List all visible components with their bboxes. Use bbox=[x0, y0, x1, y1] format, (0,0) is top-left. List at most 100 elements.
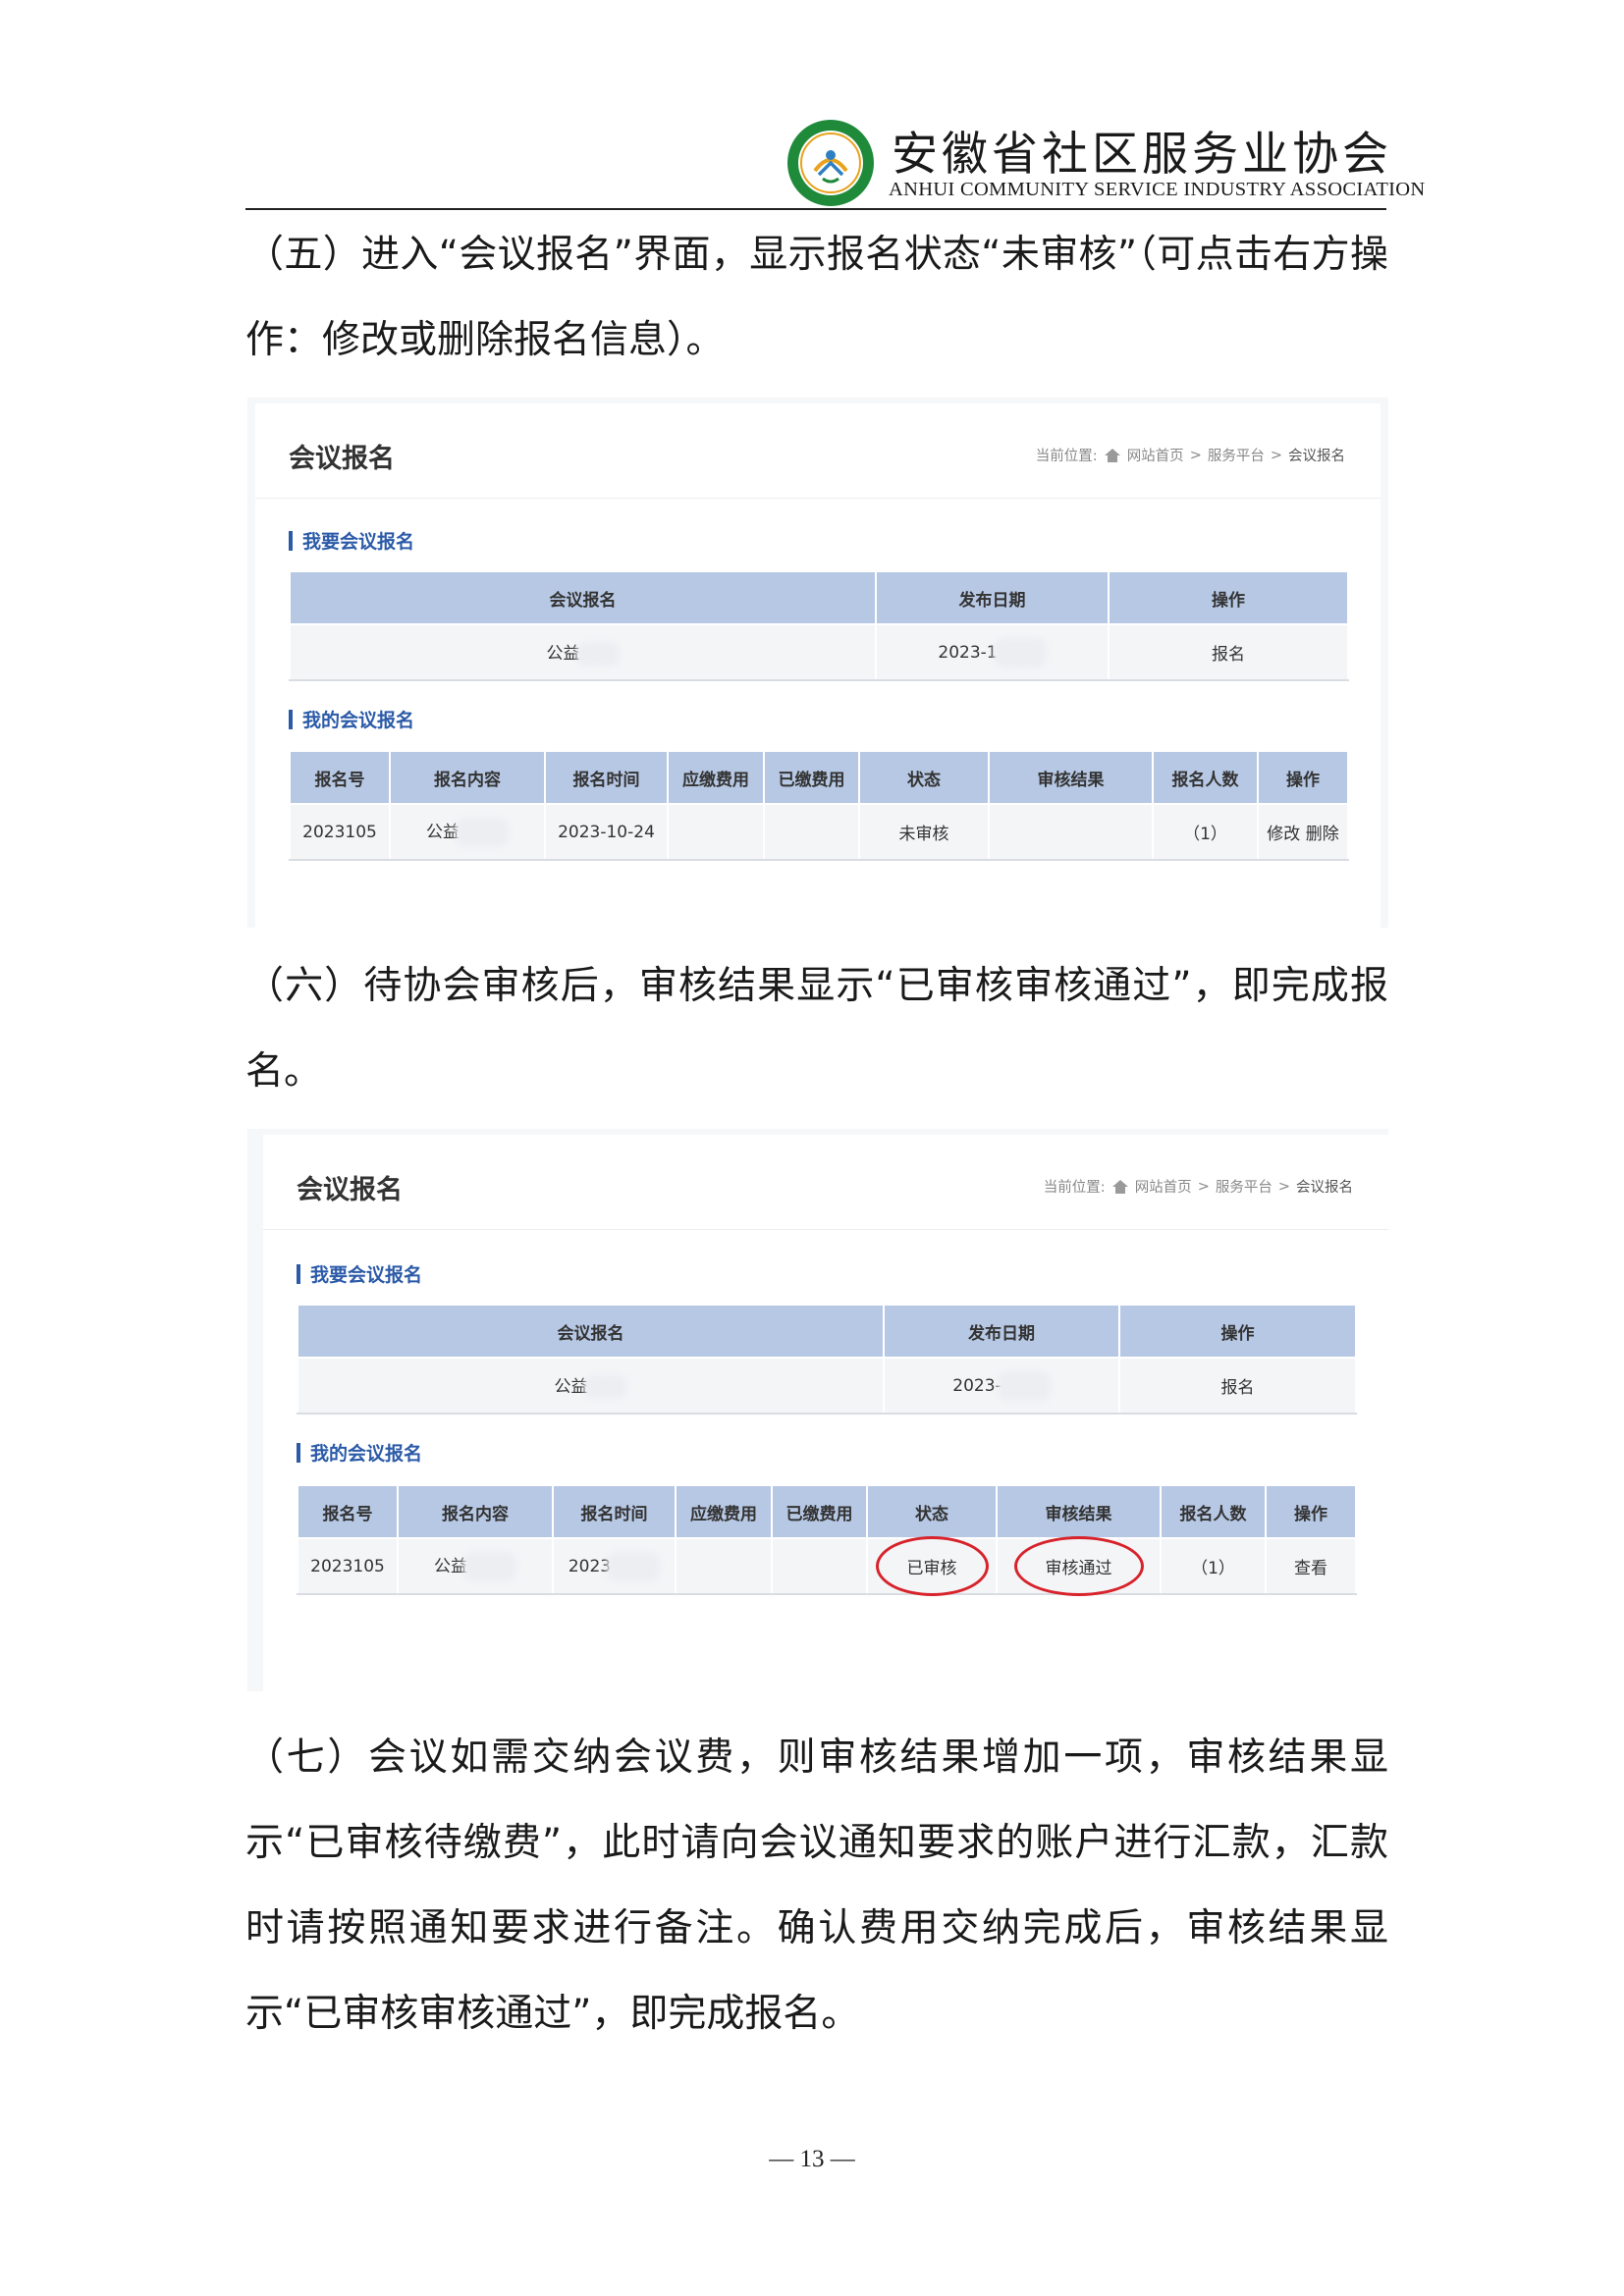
paragraph-step-7: （七）会议如需交纳会议费，则审核结果增加一项，审核结果显示“已审核待缴费”，此时… bbox=[245, 1735, 1388, 2036]
table-row: 2023105 公益 2023-10-24 未审核 （1） 修改 删除 bbox=[289, 803, 1349, 861]
redacted-block bbox=[607, 1551, 661, 1581]
meeting-list-table: 会议报名 发布日期 操作 公益 2023- 报名 bbox=[297, 1304, 1357, 1415]
registration-content-cell: 公益 bbox=[397, 1537, 554, 1595]
section-apply-label: 我要会议报名 bbox=[302, 531, 415, 553]
meeting-name-cell: 公益 bbox=[289, 623, 877, 681]
table-header-row: 报名号 报名内容 报名时间 应缴费用 已缴费用 状态 审核结果 报名人数 操作 bbox=[289, 750, 1349, 805]
column-header: 状态 bbox=[858, 750, 990, 805]
page-number: — 13 — bbox=[769, 2146, 855, 2172]
fee-paid bbox=[771, 1537, 868, 1595]
publish-date: 2023-1 bbox=[938, 642, 998, 663]
breadcrumb: 当前位置: 网站首页 > 服务平台 > 会议报名 bbox=[1036, 445, 1345, 465]
registration-time: 2023 bbox=[568, 1556, 612, 1576]
apply-link[interactable]: 报名 bbox=[1221, 1378, 1255, 1398]
column-header: 报名内容 bbox=[397, 1484, 554, 1539]
column-header: 报名时间 bbox=[544, 750, 669, 805]
registration-time: 2023-10-24 bbox=[544, 803, 669, 861]
letterhead: 安徽省社区服务业协会 ANHUI COMMUNITY SERVICE INDUS… bbox=[245, 116, 1425, 210]
redacted-block bbox=[583, 1375, 627, 1399]
column-header: 应缴费用 bbox=[667, 750, 765, 805]
redacted-block bbox=[997, 1370, 1051, 1401]
section-my-label: 我的会议报名 bbox=[310, 1443, 423, 1465]
org-name-cn: 安徽省社区服务业协会 bbox=[892, 128, 1392, 182]
breadcrumb-separator: > bbox=[1189, 447, 1202, 463]
delete-link[interactable]: 删除 bbox=[1306, 825, 1339, 844]
column-header: 状态 bbox=[866, 1484, 998, 1539]
section-apply: 我要会议报名 bbox=[297, 1260, 422, 1287]
column-header: 审核结果 bbox=[996, 1484, 1162, 1539]
home-icon bbox=[1111, 1179, 1128, 1194]
redacted-block bbox=[575, 642, 620, 666]
section-my-label: 我的会议报名 bbox=[302, 710, 415, 731]
column-header: 发布日期 bbox=[875, 570, 1110, 625]
column-header: 操作 bbox=[1108, 570, 1349, 625]
section-my: 我的会议报名 bbox=[289, 706, 414, 732]
breadcrumb-separator: > bbox=[1197, 1178, 1210, 1195]
breadcrumb: 当前位置: 网站首页 > 服务平台 > 会议报名 bbox=[1044, 1176, 1353, 1197]
column-header: 操作 bbox=[1257, 750, 1349, 805]
breadcrumb-home[interactable]: 网站首页 bbox=[1135, 1176, 1192, 1197]
apply-action-cell[interactable]: 报名 bbox=[1108, 623, 1349, 681]
status-cell: 已审核 bbox=[866, 1536, 998, 1596]
apply-action-cell[interactable]: 报名 bbox=[1118, 1357, 1357, 1415]
section-marker bbox=[297, 1442, 300, 1463]
page-title: 会议报名 bbox=[289, 444, 395, 474]
column-header: 报名时间 bbox=[552, 1484, 677, 1539]
table-header-row: 报名号 报名内容 报名时间 应缴费用 已缴费用 状态 审核结果 报名人数 操作 bbox=[297, 1484, 1357, 1539]
table-row: 公益 2023-1 报名 bbox=[289, 623, 1349, 681]
column-header: 已缴费用 bbox=[763, 750, 860, 805]
breadcrumb-label: 当前位置: bbox=[1035, 449, 1098, 464]
registration-content-cell: 公益 bbox=[389, 803, 546, 861]
column-header: 报名号 bbox=[289, 750, 391, 805]
table-row: 公益 2023- 报名 bbox=[297, 1357, 1357, 1415]
status-circled: 已审核 bbox=[875, 1536, 989, 1596]
registration-time-cell: 2023 bbox=[552, 1537, 677, 1595]
edit-link[interactable]: 修改 bbox=[1267, 825, 1300, 844]
status-cell: 未审核 bbox=[858, 803, 990, 861]
my-registrations-table: 报名号 报名内容 报名时间 应缴费用 已缴费用 状态 审核结果 报名人数 操作 … bbox=[289, 750, 1349, 861]
registration-panel: 会议报名 当前位置: 网站首页 > 服务平台 > 会议报名 我要会议报名 会议报… bbox=[255, 403, 1380, 928]
header-rule bbox=[245, 208, 1386, 210]
registration-id: 2023105 bbox=[297, 1537, 399, 1595]
section-marker bbox=[297, 1263, 300, 1284]
actions-cell: 修改 删除 bbox=[1257, 803, 1349, 861]
meeting-name: 公益 bbox=[546, 644, 580, 664]
title-divider bbox=[255, 498, 1380, 499]
breadcrumb-home[interactable]: 网站首页 bbox=[1127, 445, 1184, 465]
registration-panel: 会议报名 当前位置: 网站首页 > 服务平台 > 会议报名 我要会议报名 会议报… bbox=[263, 1135, 1388, 1691]
attendee-count: （1） bbox=[1160, 1537, 1267, 1595]
breadcrumb-platform[interactable]: 服务平台 bbox=[1208, 445, 1265, 465]
view-link[interactable]: 查看 bbox=[1294, 1559, 1327, 1578]
breadcrumb-platform[interactable]: 服务平台 bbox=[1216, 1176, 1272, 1197]
breadcrumb-separator: > bbox=[1277, 1178, 1290, 1195]
redacted-block bbox=[993, 637, 1047, 667]
table-header-row: 会议报名 发布日期 操作 bbox=[297, 1304, 1357, 1359]
section-apply-label: 我要会议报名 bbox=[310, 1264, 423, 1286]
column-header: 报名号 bbox=[297, 1484, 399, 1539]
title-divider bbox=[263, 1229, 1388, 1230]
page-title: 会议报名 bbox=[297, 1175, 403, 1205]
table-row: 2023105 公益 2023 已审核 审核通过 （1） 查看 bbox=[297, 1536, 1357, 1596]
column-header: 应缴费用 bbox=[675, 1484, 773, 1539]
actions-cell: 查看 bbox=[1265, 1537, 1357, 1595]
breadcrumb-label: 当前位置: bbox=[1043, 1180, 1106, 1196]
paragraph-step-6: （六）待协会审核后，审核结果显示“已审核审核通过”，即完成报名。 bbox=[245, 964, 1388, 1094]
column-header: 报名内容 bbox=[389, 750, 546, 805]
column-header: 会议报名 bbox=[289, 570, 877, 625]
column-header: 审核结果 bbox=[988, 750, 1154, 805]
registration-content: 公益 bbox=[426, 822, 460, 842]
association-logo-icon bbox=[787, 120, 874, 206]
breadcrumb-separator: > bbox=[1270, 447, 1282, 463]
review-result bbox=[988, 803, 1154, 861]
screenshot-approved-registration: 会议报名 当前位置: 网站首页 > 服务平台 > 会议报名 我要会议报名 会议报… bbox=[247, 1129, 1388, 1691]
review-result-circled: 审核通过 bbox=[1013, 1536, 1144, 1596]
breadcrumb-current: 会议报名 bbox=[1288, 449, 1345, 464]
column-header: 发布日期 bbox=[883, 1304, 1120, 1359]
section-apply: 我要会议报名 bbox=[289, 527, 414, 554]
fee-paid bbox=[763, 803, 860, 861]
org-name-en: ANHUI COMMUNITY SERVICE INDUSTRY ASSOCIA… bbox=[889, 179, 1426, 200]
redacted-block bbox=[456, 817, 509, 847]
apply-link[interactable]: 报名 bbox=[1212, 645, 1245, 665]
registration-id: 2023105 bbox=[289, 803, 391, 861]
table-header-row: 会议报名 发布日期 操作 bbox=[289, 570, 1349, 625]
